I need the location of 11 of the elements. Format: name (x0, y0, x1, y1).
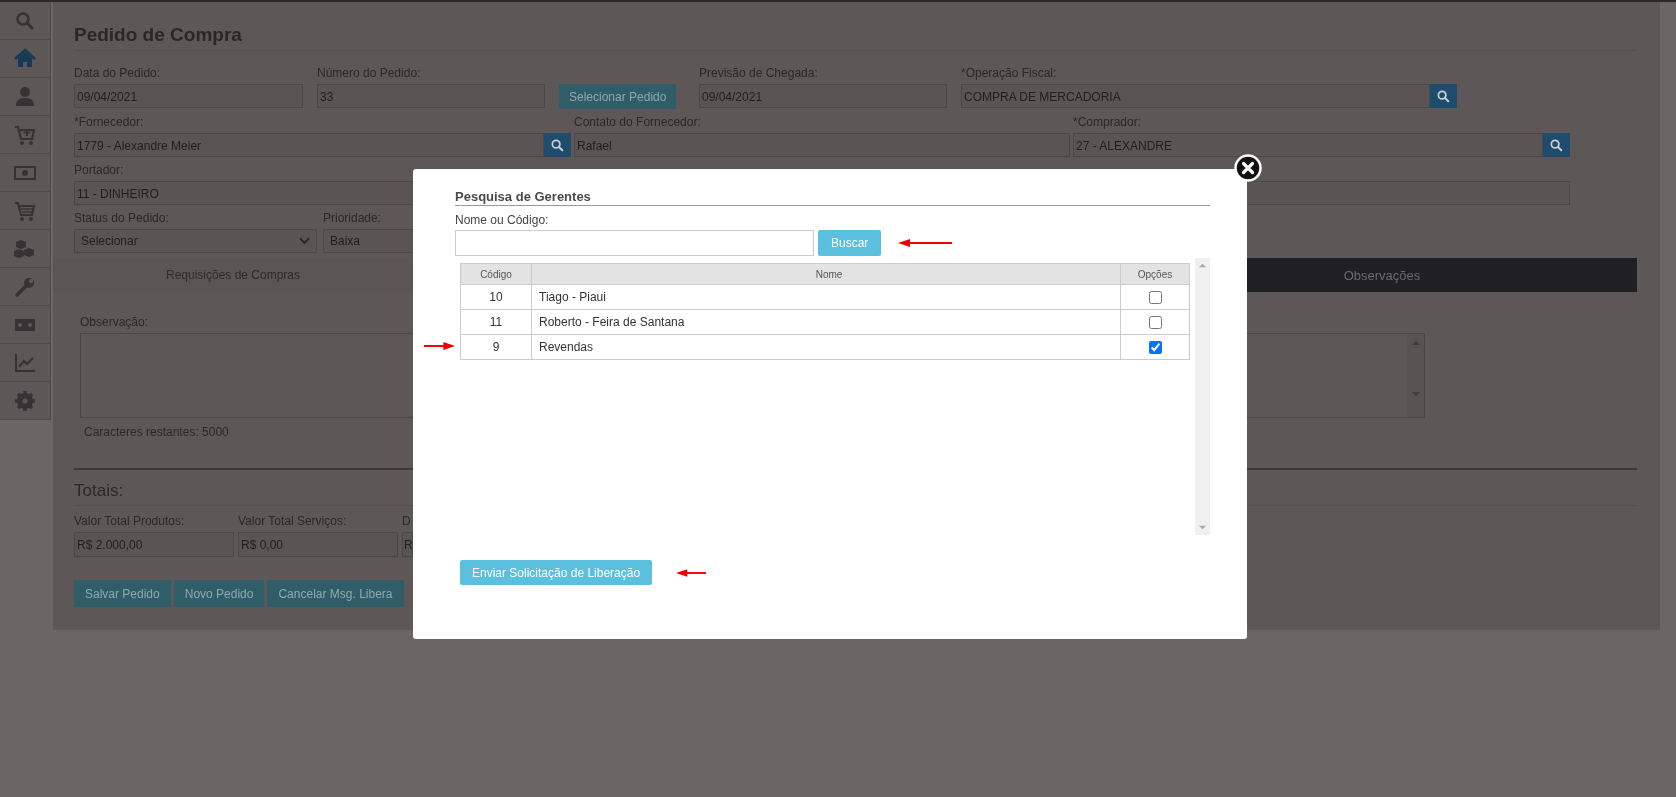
table-cell: Tiago - Piaui (531, 284, 1121, 310)
column-header: Código (460, 263, 532, 285)
table-cell: 11 (460, 309, 532, 335)
table-cell: 9 (460, 334, 532, 360)
field-label: Nome ou Código: (455, 213, 550, 227)
column-header: Nome (531, 263, 1121, 285)
table-cell: Revendas (531, 334, 1121, 360)
modal-title: Pesquisa de Gerentes (455, 189, 1210, 206)
table-cell: 10 (460, 284, 532, 310)
column-header: Opções (1120, 263, 1190, 285)
table-cell: Roberto - Feira de Santana (531, 309, 1121, 335)
